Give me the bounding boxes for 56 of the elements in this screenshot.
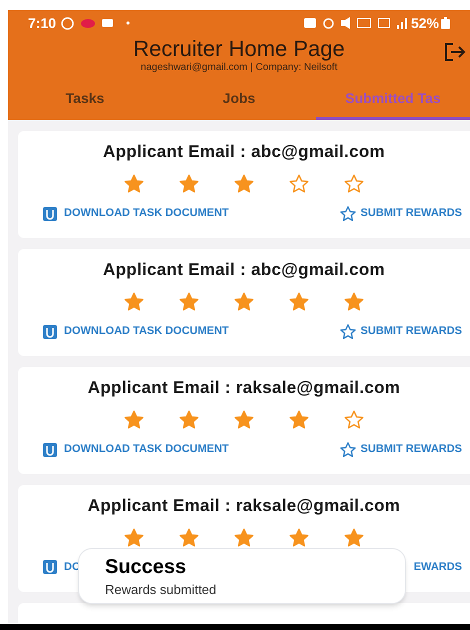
tab[interactable]: Jobs	[162, 80, 316, 120]
document-icon	[42, 206, 58, 222]
download-button[interactable]: DOWNLOAD TASK DOCUMENT	[42, 323, 229, 340]
star-icon[interactable]	[233, 526, 255, 548]
dot-icon	[126, 21, 130, 25]
account-info: nageshwari@gmail.com | Company: Neilsoft	[140, 62, 338, 74]
toast-message: Rewards submitted	[105, 581, 218, 599]
battery-level: 52%	[410, 14, 439, 32]
star-icon[interactable]	[288, 290, 310, 312]
star-icon[interactable]	[178, 290, 200, 312]
star-icon[interactable]	[288, 526, 310, 548]
submit-rewards-button[interactable]: SUBMIT REWARDS	[338, 440, 462, 458]
document-icon	[42, 442, 58, 458]
star-icon[interactable]	[343, 172, 365, 194]
star-icon[interactable]	[343, 290, 365, 312]
star-rating[interactable]	[123, 172, 365, 194]
toast-title: Success	[105, 555, 188, 579]
star-icon[interactable]	[123, 408, 145, 430]
tab[interactable]: Tasks	[8, 80, 162, 120]
star-icon[interactable]	[288, 172, 310, 194]
star-icon[interactable]	[343, 408, 365, 430]
applicant-email: Applicant Email : raksale@gmail.com	[88, 495, 400, 517]
status-time: 7:10	[28, 14, 56, 32]
star-outline-icon	[338, 204, 358, 222]
logout-icon[interactable]	[444, 42, 466, 62]
star-icon[interactable]	[123, 172, 145, 194]
mute-icon	[340, 17, 350, 29]
star-rating[interactable]	[123, 526, 365, 548]
star-icon[interactable]	[178, 526, 200, 548]
star-outline-icon	[338, 322, 358, 340]
applicant-email: Applicant Email : raksale@gmail.com	[88, 377, 400, 399]
star-icon[interactable]	[123, 290, 145, 312]
star-outline-icon	[338, 440, 358, 458]
message-icon	[102, 19, 114, 27]
star-rating[interactable]	[123, 290, 365, 312]
signal-icon	[396, 18, 407, 28]
download-button[interactable]: DOWNLOAD TASK DOCUMENT	[42, 205, 229, 222]
applicant-email: Applicant Email : abc@gmail.com	[103, 259, 385, 281]
star-rating[interactable]	[123, 408, 365, 430]
star-icon[interactable]	[178, 172, 200, 194]
star-icon[interactable]	[343, 526, 365, 548]
submit-rewards-button[interactable]: SUBMIT REWARDS	[338, 322, 462, 340]
download-button[interactable]: DOWNLOAD TASK DOCUMENT	[42, 441, 229, 458]
page-title: Recruiter Home Page	[133, 36, 345, 62]
star-icon[interactable]	[233, 172, 255, 194]
star-icon[interactable]	[123, 526, 145, 548]
star-icon[interactable]	[288, 408, 310, 430]
submit-rewards-button[interactable]: SUBMIT REWARDS	[338, 204, 462, 222]
star-icon[interactable]	[233, 290, 255, 312]
document-icon	[42, 558, 58, 575]
submit-rewards-button[interactable]: EWARDS	[414, 558, 462, 575]
document-icon	[42, 324, 58, 340]
star-icon[interactable]	[178, 408, 200, 430]
star-icon[interactable]	[233, 408, 255, 430]
applicant-email: Applicant Email : abc@gmail.com	[103, 141, 385, 163]
battery-icon	[441, 17, 450, 29]
